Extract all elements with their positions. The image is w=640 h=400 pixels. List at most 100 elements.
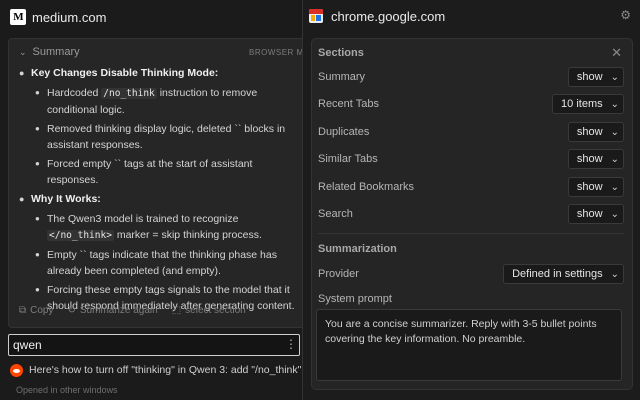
bullet-text-part: marker = skip thinking process. bbox=[113, 229, 262, 241]
inline-code: </no_think> bbox=[47, 230, 114, 241]
select-value: show bbox=[576, 126, 603, 138]
summarize-again-label: Summarize again bbox=[79, 305, 158, 316]
bullet-text: Hardcoded /no_think instruction to remov… bbox=[47, 85, 299, 118]
chevron-down-icon: ⌄ bbox=[610, 126, 619, 138]
system-prompt-label: System prompt bbox=[318, 293, 392, 305]
bullet-icon: ● bbox=[35, 285, 40, 294]
summarize-again-button[interactable]: ↻ Summarize again bbox=[68, 305, 158, 316]
reddit-icon bbox=[10, 363, 23, 377]
bullet-text: Forced empty `` tags at the start of ass… bbox=[47, 158, 253, 186]
copy-icon: ⧉ bbox=[19, 305, 27, 316]
copy-button[interactable]: ⧉ Copy bbox=[19, 305, 54, 316]
bullet-text: The Qwen3 model is trained to recognize … bbox=[47, 211, 299, 244]
bullet-icon: ● bbox=[35, 214, 40, 223]
similar-tabs-select[interactable]: show ⌄ bbox=[567, 149, 624, 169]
select-section-button[interactable]: ⬚ select section bbox=[172, 305, 246, 316]
select-value: 10 items bbox=[561, 98, 603, 110]
summary-section: ● Key Changes Disable Thinking Mode: bbox=[19, 65, 299, 81]
bullet-text: Empty `` tags indicate that the thinking… bbox=[47, 249, 277, 277]
bullet-icon: ● bbox=[35, 124, 40, 133]
summary-card: ⌄ Summary BROWSER M ● Key Changes Disabl… bbox=[8, 38, 308, 328]
select-value: show bbox=[576, 208, 603, 220]
bullet-icon: ● bbox=[19, 68, 25, 78]
refresh-icon: ↻ bbox=[67, 305, 76, 316]
search-field-container: ⋮ bbox=[8, 334, 300, 356]
summary-bullet: ● The Qwen3 model is trained to recogniz… bbox=[19, 211, 299, 244]
summary-actions: ⧉ Copy ↻ Summarize again ⬚ select sectio… bbox=[19, 305, 260, 316]
select-value: show bbox=[576, 153, 603, 165]
copy-label: Copy bbox=[30, 305, 54, 316]
chevron-down-icon: ⌄ bbox=[610, 153, 619, 165]
chevron-down-icon: ⌄ bbox=[610, 181, 619, 193]
recent-tabs-select[interactable]: 10 items ⌄ bbox=[552, 94, 624, 114]
right-panel: chrome.google.com ⚙ Sections ✕ Summary s… bbox=[302, 0, 640, 400]
summarization-title: Summarization bbox=[318, 243, 397, 255]
summary-header[interactable]: ⌄ Summary BROWSER M bbox=[9, 39, 307, 65]
row-label: Search bbox=[318, 208, 353, 220]
select-icon: ⬚ bbox=[171, 305, 182, 316]
close-icon[interactable]: ✕ bbox=[611, 45, 622, 61]
right-header: chrome.google.com ⚙ bbox=[303, 0, 640, 32]
provider-select[interactable]: Defined in settings ⌄ bbox=[503, 264, 624, 284]
divider bbox=[318, 233, 624, 234]
bullet-icon: ● bbox=[19, 194, 25, 204]
row-label: Recent Tabs bbox=[318, 98, 379, 110]
chevron-down-icon: ⌄ bbox=[610, 268, 619, 280]
select-value: show bbox=[576, 71, 603, 83]
row-duplicates: Duplicates show ⌄ bbox=[318, 122, 624, 142]
gear-icon[interactable]: ⚙ bbox=[620, 8, 631, 22]
row-label: Provider bbox=[318, 268, 359, 280]
select-section-label: select section bbox=[185, 305, 246, 316]
chrome-web-store-icon bbox=[309, 9, 323, 23]
related-bookmarks-select[interactable]: show ⌄ bbox=[567, 177, 624, 197]
browser-label: BROWSER M bbox=[249, 48, 304, 57]
search-input[interactable] bbox=[13, 338, 283, 352]
section-title: Key Changes Disable Thinking Mode: bbox=[31, 67, 219, 79]
row-search: Search show ⌄ bbox=[318, 204, 624, 224]
left-header: M medium.com bbox=[0, 0, 302, 34]
row-related-bookmarks: Related Bookmarks show ⌄ bbox=[318, 177, 624, 197]
summary-bullet: ● Hardcoded /no_think instruction to rem… bbox=[19, 85, 299, 118]
summary-heading: Summary bbox=[32, 46, 80, 58]
bullet-text-part: The Qwen3 model is trained to recognize bbox=[47, 213, 239, 225]
settings-panel: Sections ✕ Summary show ⌄ Recent Tabs 10 … bbox=[311, 38, 633, 390]
row-similar-tabs: Similar Tabs show ⌄ bbox=[318, 149, 624, 169]
chevron-down-icon: ⌄ bbox=[610, 208, 619, 220]
row-label: Similar Tabs bbox=[318, 153, 378, 165]
bullet-text: Removed thinking display logic, deleted … bbox=[47, 123, 286, 151]
summary-body: ● Key Changes Disable Thinking Mode: ● H… bbox=[19, 65, 299, 317]
bullet-text-part: Hardcoded bbox=[47, 87, 102, 99]
medium-logo-icon: M bbox=[10, 9, 26, 25]
inline-code: /no_think bbox=[101, 88, 157, 99]
search-select[interactable]: show ⌄ bbox=[567, 204, 624, 224]
section-title: Why It Works: bbox=[31, 193, 101, 205]
bullet-icon: ● bbox=[35, 88, 40, 97]
select-value: show bbox=[576, 181, 603, 193]
summary-section: ● Why It Works: bbox=[19, 191, 299, 207]
chevron-down-icon: ⌄ bbox=[610, 98, 619, 110]
right-title: chrome.google.com bbox=[331, 8, 446, 24]
row-provider: Provider Defined in settings ⌄ bbox=[318, 264, 624, 284]
chevron-down-icon: ⌄ bbox=[19, 46, 27, 57]
opened-note: Opened in other windows bbox=[16, 385, 118, 395]
more-icon[interactable]: ⋮ bbox=[285, 337, 297, 351]
bullet-icon: ● bbox=[35, 159, 40, 168]
site-title: medium.com bbox=[32, 9, 107, 25]
duplicates-select[interactable]: show ⌄ bbox=[567, 122, 624, 142]
chevron-down-icon: ⌄ bbox=[610, 71, 619, 83]
row-label: Duplicates bbox=[318, 126, 370, 138]
row-system-prompt: System prompt bbox=[318, 289, 624, 309]
row-summary: Summary show ⌄ bbox=[318, 67, 624, 87]
search-result[interactable]: Here's how to turn off "thinking" in Qwe… bbox=[10, 362, 302, 378]
summary-select[interactable]: show ⌄ bbox=[567, 67, 624, 87]
result-text: Here's how to turn off "thinking" in Qwe… bbox=[29, 364, 302, 376]
summary-bullet: ● Removed thinking display logic, delete… bbox=[19, 121, 299, 153]
system-prompt-textarea[interactable]: You are a concise summarizer. Reply with… bbox=[316, 309, 622, 381]
bullet-icon: ● bbox=[35, 250, 40, 259]
left-panel: M medium.com ⌄ Summary BROWSER M ● Key C… bbox=[0, 0, 308, 400]
row-label: Related Bookmarks bbox=[318, 181, 414, 193]
summary-bullet: ● Forced empty `` tags at the start of a… bbox=[19, 156, 299, 188]
select-value: Defined in settings bbox=[512, 268, 603, 280]
sections-title: Sections bbox=[318, 47, 364, 59]
row-label: Summary bbox=[318, 71, 366, 83]
